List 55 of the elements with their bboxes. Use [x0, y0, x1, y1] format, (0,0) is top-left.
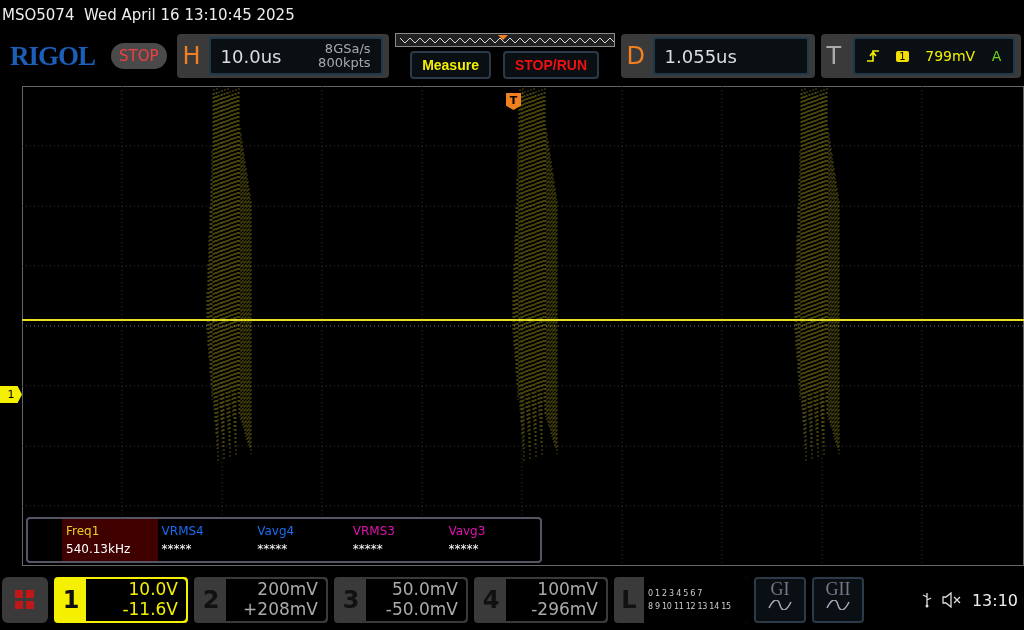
measurement-item[interactable]: Vavg4 *****	[253, 519, 349, 561]
measurement-value: *****	[257, 542, 289, 556]
channel-panel[interactable]: 1 10.0V -11.6V	[54, 577, 188, 623]
rising-edge-icon	[865, 49, 880, 63]
delay-panel[interactable]: D 1.055us	[620, 34, 815, 78]
channel-offset: -296mV	[531, 599, 598, 619]
measurement-value: 540.13kHz	[66, 542, 132, 556]
channel-offset-marker[interactable]: 1	[0, 386, 22, 403]
measurement-item[interactable]: VRMS4 *****	[157, 519, 254, 561]
channel-offset: +208mV	[243, 599, 318, 619]
measurement-item[interactable]: Vavg3 *****	[444, 519, 540, 561]
speaker-muted-icon[interactable]	[941, 592, 962, 608]
measurement-name: Vavg4	[257, 524, 296, 538]
measurement-name: VRMS3	[352, 524, 396, 538]
channel-number: 1	[61, 585, 81, 616]
horizontal-label: H	[182, 42, 202, 70]
measurement-name: Freq1	[66, 524, 101, 538]
channel-offset: -11.6V	[122, 599, 178, 619]
channel-scale: 100mV	[537, 579, 598, 599]
sine-wave-icon	[826, 600, 850, 610]
generator-button[interactable]: GI	[754, 577, 806, 623]
trigger-source: 1	[896, 50, 909, 62]
measurement-name: Vavg3	[448, 524, 487, 538]
measurement-value: *****	[352, 542, 384, 556]
measurement-name: VRMS4	[161, 524, 205, 538]
generator-button[interactable]: GII	[812, 577, 864, 623]
trigger-level: 799mV	[925, 48, 976, 64]
sample-rate: 8GSa/s	[324, 42, 371, 56]
measurement-item[interactable]: Freq1 540.13kHz	[62, 519, 158, 561]
trigger-position-marker[interactable]: T	[506, 93, 521, 110]
measurement-value: *****	[448, 542, 480, 556]
horizontal-panel[interactable]: H 10.0us 8GSa/s 800kpts	[176, 34, 389, 78]
logic-channel-numbers: 8 9 10 11 12 13 14 15	[648, 602, 732, 611]
delay-label: D	[626, 42, 647, 70]
channel-scale: 50.0mV	[391, 579, 458, 599]
delay-value: 1.055us	[664, 45, 737, 67]
measure-button[interactable]: Measure	[410, 51, 491, 79]
usb-icon	[921, 592, 932, 608]
logic-channel-numbers: 0 1 2 3 4 5 6 7	[648, 589, 704, 598]
channel-offset: -50.0mV	[385, 599, 458, 619]
trigger-mode: A	[991, 48, 1002, 64]
channel-scale: 10.0V	[128, 579, 178, 599]
channel-scale: 200mV	[257, 579, 318, 599]
trigger-label: T	[826, 42, 843, 70]
date-time: Wed April 16 13:10:45 2025	[84, 6, 295, 24]
measurement-item[interactable]: VRMS3 *****	[348, 519, 445, 561]
brand-logo: RIGOL	[10, 40, 96, 72]
measurement-value: *****	[161, 542, 193, 556]
sine-wave-icon	[768, 600, 792, 610]
timebase-value: 10.0us	[220, 45, 282, 67]
trigger-panel[interactable]: T 1 799mV A	[820, 34, 1021, 78]
instrument-model: MSO5074	[2, 6, 75, 24]
clock-time: 13:10	[971, 590, 1018, 610]
memory-depth: 800kpts	[318, 56, 371, 70]
stop-run-button[interactable]: STOP/RUN	[502, 51, 600, 79]
